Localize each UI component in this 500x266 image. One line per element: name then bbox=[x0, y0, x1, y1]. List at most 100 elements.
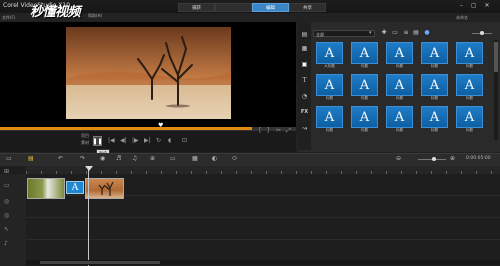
title-tile-label: 标题 bbox=[466, 128, 473, 132]
music-track-icon[interactable]: ♪ bbox=[4, 240, 8, 247]
auto-music-icon[interactable]: ♫ bbox=[132, 155, 137, 162]
title-tile-label: 标题 bbox=[396, 128, 403, 132]
playhead-marker-icon[interactable]: ♥ bbox=[158, 122, 163, 129]
overlay-track-icon[interactable]: ◎ bbox=[4, 198, 9, 205]
fullscreen-icon[interactable]: ⤢ bbox=[286, 127, 291, 135]
end-icon[interactable]: ▶| bbox=[144, 137, 151, 144]
redo-icon[interactable]: ↷ bbox=[80, 155, 85, 162]
mark-out-icon[interactable]: ] bbox=[267, 127, 269, 134]
record-icon[interactable]: ◉ bbox=[100, 155, 105, 162]
voice-track bbox=[26, 240, 500, 262]
menu-file[interactable]: 文件(F) bbox=[2, 15, 15, 21]
transition-icon[interactable]: ▣ bbox=[299, 60, 310, 69]
preview-video-frame bbox=[66, 27, 231, 119]
split-icon[interactable]: ⬭ bbox=[232, 155, 237, 163]
prev-frame-icon[interactable]: ◀| bbox=[120, 137, 127, 144]
repeat-icon[interactable]: ↻ bbox=[156, 137, 161, 144]
title-tile[interactable]: A 标题 bbox=[386, 42, 413, 69]
tab-share[interactable]: 共享 bbox=[289, 3, 326, 12]
title-tile[interactable]: A 标题 bbox=[351, 42, 378, 69]
timeline-scroll-thumb[interactable] bbox=[40, 261, 160, 264]
stop-motion-icon[interactable]: ◐ bbox=[212, 155, 217, 162]
folder-icon[interactable]: ▭ bbox=[391, 29, 399, 37]
title-tile[interactable]: A 标题 bbox=[316, 106, 343, 133]
desert-tree-clip[interactable] bbox=[85, 178, 124, 199]
menu-help[interactable]: 帮助(H) bbox=[88, 13, 102, 19]
timeline-zoom-knob[interactable] bbox=[432, 157, 436, 161]
title-clip[interactable]: A bbox=[66, 181, 84, 194]
path-icon[interactable]: ↝ bbox=[299, 124, 310, 133]
title-tile[interactable]: A 标题 bbox=[351, 106, 378, 133]
voice-track-icon[interactable]: ↖ bbox=[4, 226, 9, 233]
undo-icon[interactable]: ↶ bbox=[58, 155, 63, 162]
track-manager-icon[interactable]: ⊞ bbox=[4, 168, 9, 175]
sound-mixer-icon[interactable]: ♬ bbox=[116, 155, 121, 162]
mark-in-icon[interactable]: [ bbox=[259, 127, 261, 134]
fx-icon[interactable]: FX bbox=[299, 108, 310, 117]
split-clip-icon[interactable]: ✂ bbox=[276, 127, 281, 134]
pause-button[interactable]: ❚❚ bbox=[92, 136, 103, 146]
zoom-in-icon[interactable]: ⊕ bbox=[450, 155, 455, 162]
dandelion-clip[interactable] bbox=[27, 178, 65, 199]
title-track-icon[interactable]: ◎ bbox=[4, 212, 9, 219]
title-tile-label: 标题 bbox=[431, 96, 438, 100]
title-tile[interactable]: A 标题 bbox=[421, 106, 448, 133]
subtitle-icon[interactable]: ▭ bbox=[170, 155, 176, 162]
title-tile-label: 标题 bbox=[396, 96, 403, 100]
project-mode-label[interactable]: 项目 bbox=[81, 133, 89, 139]
title-track bbox=[26, 218, 500, 240]
title-tile[interactable]: A 标题 bbox=[421, 74, 448, 101]
playhead-handle[interactable] bbox=[85, 166, 93, 171]
motion-tracking-icon[interactable]: ⊕ bbox=[150, 155, 155, 162]
graphic-icon[interactable]: ◔ bbox=[299, 92, 310, 101]
project-properties[interactable]: 未命名 bbox=[456, 15, 468, 21]
view-icon[interactable]: ▤ bbox=[412, 29, 420, 37]
title-tile-label: 标题 bbox=[326, 128, 333, 132]
title-tile[interactable]: A 标题 bbox=[421, 42, 448, 69]
resize-icon[interactable]: ⊡ bbox=[182, 137, 187, 144]
start-icon[interactable]: |◀ bbox=[108, 137, 115, 144]
title-tile[interactable]: A 标题 bbox=[456, 74, 483, 101]
tab-edit[interactable]: 编辑 bbox=[252, 3, 289, 12]
title-tile-label: 大标题 bbox=[324, 64, 335, 68]
title-tile-label: 标题 bbox=[361, 64, 368, 68]
title-tile-label: 标题 bbox=[326, 96, 333, 100]
thumbnail-size-knob[interactable] bbox=[480, 31, 484, 35]
info-icon[interactable]: ● bbox=[423, 29, 431, 37]
title-tile[interactable]: A 标题 bbox=[386, 74, 413, 101]
storyboard-view-icon[interactable]: ▭ bbox=[6, 155, 12, 162]
watermark-logo: 秒懂视频 bbox=[30, 5, 81, 20]
timeline-playhead[interactable] bbox=[88, 166, 89, 266]
media-icon[interactable]: ▤ bbox=[299, 30, 310, 39]
preview-progress bbox=[0, 127, 252, 130]
library-filter-select[interactable]: 全部 bbox=[313, 30, 375, 37]
next-frame-icon[interactable]: |▶ bbox=[132, 137, 139, 144]
multi-camera-icon[interactable]: ▦ bbox=[192, 155, 198, 162]
title-tile[interactable]: A 标题 bbox=[456, 106, 483, 133]
timeline-view-icon[interactable]: ▤ bbox=[28, 155, 34, 162]
title-tile-label: 标题 bbox=[361, 96, 368, 100]
title-tile[interactable]: A 标题 bbox=[351, 74, 378, 101]
add-icon[interactable]: ✚ bbox=[380, 29, 388, 37]
clip-mode-label[interactable]: 素材 bbox=[81, 140, 89, 146]
title-tile[interactable]: A 标题 bbox=[316, 74, 343, 101]
title-tile[interactable]: A 大标题 bbox=[316, 42, 343, 69]
instant-project-icon[interactable]: ▦ bbox=[299, 44, 310, 53]
title-tile[interactable]: A 标题 bbox=[456, 42, 483, 69]
zoom-out-icon[interactable]: ⊖ bbox=[396, 155, 401, 162]
title-tile-label: 标题 bbox=[466, 64, 473, 68]
desert-tree-image bbox=[66, 27, 231, 119]
tab-capture[interactable]: 捕获 bbox=[178, 3, 215, 12]
timeline-timecode[interactable]: 0:00:05:00 bbox=[466, 156, 491, 161]
title-tile[interactable]: A 标题 bbox=[386, 106, 413, 133]
window-controls[interactable]: – ▢ ✕ bbox=[460, 2, 493, 9]
tab-edit-prev[interactable] bbox=[215, 3, 252, 12]
desert-tree-thumbnail bbox=[98, 181, 114, 196]
video-track-icon[interactable]: ▭ bbox=[4, 182, 10, 189]
title-icon[interactable]: T bbox=[299, 76, 310, 85]
sort-icon[interactable]: ≡ bbox=[402, 29, 410, 37]
library-scroll-thumb[interactable] bbox=[494, 42, 498, 72]
title-tile-label: 标题 bbox=[396, 64, 403, 68]
volume-icon[interactable]: ◖ bbox=[168, 137, 171, 144]
chevron-down-icon[interactable]: ▾ bbox=[369, 30, 372, 36]
